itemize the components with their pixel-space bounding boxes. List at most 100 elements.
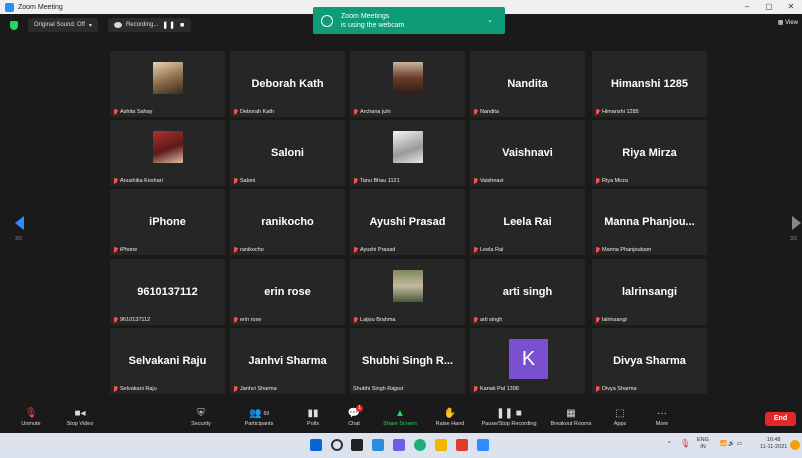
zoom-taskbar-icon[interactable] — [477, 439, 489, 451]
search-icon[interactable] — [331, 439, 343, 451]
participant-name: Selvakani Raju — [120, 386, 157, 392]
participant-tile[interactable]: 9610137112 9610137112 — [110, 259, 225, 325]
wifi-volume-battery-icon[interactable]: 📶 🔊 ▭ — [720, 441, 742, 448]
participant-tile[interactable]: Janhvi Sharma Janhvi Sharma — [230, 328, 345, 394]
previous-page-arrow-icon[interactable] — [15, 216, 24, 230]
participant-name: Riya Mirza — [602, 178, 628, 184]
stop-video-label: Stop Video — [66, 421, 94, 427]
maximize-button[interactable]: ▢ — [758, 0, 780, 14]
windows-start-icon[interactable] — [310, 439, 322, 451]
participant-name: Himanshi 1285 — [602, 109, 639, 115]
participant-name-label: Manna Phanjoubam — [595, 247, 651, 253]
muted-mic-icon — [473, 247, 478, 253]
clock[interactable]: 16:48 11-11-2021 — [760, 437, 787, 451]
zoom-logo-icon — [5, 2, 14, 12]
participant-tile[interactable]: Nandita Nandita — [470, 51, 585, 117]
language-indicator[interactable]: ENG IN — [697, 437, 709, 451]
webcam-notification[interactable]: Zoom Meetings is using the webcam ⌄ — [313, 7, 505, 34]
pause-recording-label: Pause/Stop Recording — [481, 421, 537, 427]
participant-display-name: Shubhi Singh R... — [361, 355, 454, 367]
muted-mic-tray-icon[interactable]: 🎙 — [680, 440, 690, 448]
close-button[interactable]: ✕ — [780, 0, 802, 14]
share-screen-button[interactable]: ▲ Share Screen — [380, 406, 420, 427]
participant-tile[interactable]: Tanu Bhau 1121 — [350, 120, 465, 186]
raise-hand-button[interactable]: ✋ Raise Hand — [432, 406, 468, 427]
muted-mic-icon — [113, 386, 118, 392]
polls-label: Polls — [307, 421, 319, 427]
chat-bubble-icon: 💬 1 — [344, 405, 364, 421]
participant-tile[interactable]: Anushika Keshari — [110, 120, 225, 186]
participant-tile[interactable]: Vaishnavi Vaishnavi — [470, 120, 585, 186]
hand-icon: ✋ — [443, 408, 457, 419]
chevron-down-icon[interactable]: ▾ — [89, 22, 92, 29]
toast-title: Zoom Meetings — [341, 12, 390, 20]
chat-button[interactable]: 💬 1 Chat — [344, 405, 364, 427]
participant-name: Deborah Kath — [240, 109, 274, 115]
stop-recording-button[interactable]: ■ — [180, 22, 185, 29]
participant-tile[interactable]: lalrinsangi lalrinsangi — [592, 259, 707, 325]
pause-stop-recording-button[interactable]: ❚❚ ■ Pause/Stop Recording — [476, 406, 542, 427]
stop-video-button[interactable]: ■◂ Stop Video — [62, 406, 98, 427]
encryption-shield-icon[interactable] — [10, 20, 18, 30]
participant-tile[interactable]: Ayushi Prasad Ayushi Prasad — [350, 189, 465, 255]
participant-tile[interactable]: Shubhi Singh R... Shubhi Singh Rajput — [350, 328, 465, 394]
participant-tile[interactable]: Saloni Saloni — [230, 120, 345, 186]
participant-tile[interactable]: Manna Phanjou... Manna Phanjoubam — [592, 189, 707, 255]
muted-mic-icon — [353, 178, 358, 184]
webcam-icon — [321, 14, 333, 27]
participant-tile[interactable]: erin rose erin rose — [230, 259, 345, 325]
pause-recording-button[interactable]: ❚❚ — [162, 21, 176, 29]
file-explorer-icon[interactable] — [435, 439, 447, 451]
participant-tile[interactable]: ranikocho ranikocho — [230, 189, 345, 255]
end-meeting-button[interactable]: End — [765, 412, 796, 426]
participant-tile[interactable]: Divya Sharma Divya Sharma — [592, 328, 707, 394]
chevron-down-icon[interactable]: ⌄ — [487, 16, 493, 24]
participant-tile[interactable]: Leela Rai Leela Rai — [470, 189, 585, 255]
participant-tile[interactable]: Riya Mirza Riya Mirza — [592, 120, 707, 186]
muted-mic-icon — [595, 247, 600, 253]
participant-name-label: 9610137112 — [113, 317, 150, 323]
participant-name-label: ranikocho — [233, 247, 264, 253]
participant-name-label: Laijou Brahma — [353, 317, 395, 323]
more-button[interactable]: ··· More — [652, 406, 672, 427]
view-button[interactable]: ▦ View — [778, 19, 798, 26]
participant-tile[interactable]: K Kanak Pal 1398 — [470, 328, 585, 394]
security-button[interactable]: ⛨ Security — [187, 406, 215, 427]
apps-label: Apps — [613, 421, 627, 427]
participant-display-name: erin rose — [264, 286, 311, 298]
participant-tile[interactable]: Himanshi 1285 Himanshi 1285 — [592, 51, 707, 117]
edge-browser-icon[interactable] — [414, 439, 426, 451]
notification-badge-icon[interactable] — [790, 440, 800, 450]
widgets-icon[interactable] — [372, 439, 384, 451]
participant-tile[interactable]: arti singh arti singh — [470, 259, 585, 325]
participants-button[interactable]: 👥 69 Participants — [239, 406, 279, 427]
original-sound-toggle[interactable]: Original Sound: Off ▾ — [28, 18, 98, 32]
participant-tile[interactable]: iPhone iPhone — [110, 189, 225, 255]
participant-display-name: lalrinsangi — [621, 286, 678, 298]
participants-label: Participants — [244, 421, 274, 427]
polls-button[interactable]: ▮▮ Polls — [303, 406, 323, 427]
unmute-button[interactable]: 🎙 Unmute — [17, 406, 45, 427]
participant-tile[interactable]: Ashita Sahay — [110, 51, 225, 117]
participant-name: ranikocho — [240, 247, 264, 253]
tray-chevron-icon[interactable]: ^ — [668, 441, 671, 448]
next-page-arrow-icon[interactable] — [792, 216, 801, 230]
participant-display-name: Riya Mirza — [622, 147, 677, 159]
page-indicator-right: 3/3 — [790, 236, 797, 242]
participant-display-name: Deborah Kath — [251, 78, 324, 90]
minimize-button[interactable]: – — [736, 0, 758, 14]
apps-button[interactable]: ⬚ Apps — [610, 406, 630, 427]
participant-tile[interactable]: Selvakani Raju Selvakani Raju — [110, 328, 225, 394]
participant-tile[interactable]: Deborah Kath Deborah Kath — [230, 51, 345, 117]
participant-tile[interactable]: Laijou Brahma — [350, 259, 465, 325]
raise-hand-label: Raise Hand — [435, 421, 465, 427]
breakout-rooms-button[interactable]: ▦ Breakout Rooms — [546, 406, 596, 427]
participant-display-name: 9610137112 — [137, 286, 198, 298]
recording-cloud-icon — [113, 22, 122, 28]
pause-stop-icon: ❚❚ ■ — [496, 408, 522, 419]
task-view-icon[interactable] — [351, 439, 363, 451]
teams-chat-icon[interactable] — [393, 439, 405, 451]
office-icon[interactable] — [456, 439, 468, 451]
participant-tile[interactable]: Archana juhi — [350, 51, 465, 117]
participant-avatar: K — [509, 339, 548, 379]
